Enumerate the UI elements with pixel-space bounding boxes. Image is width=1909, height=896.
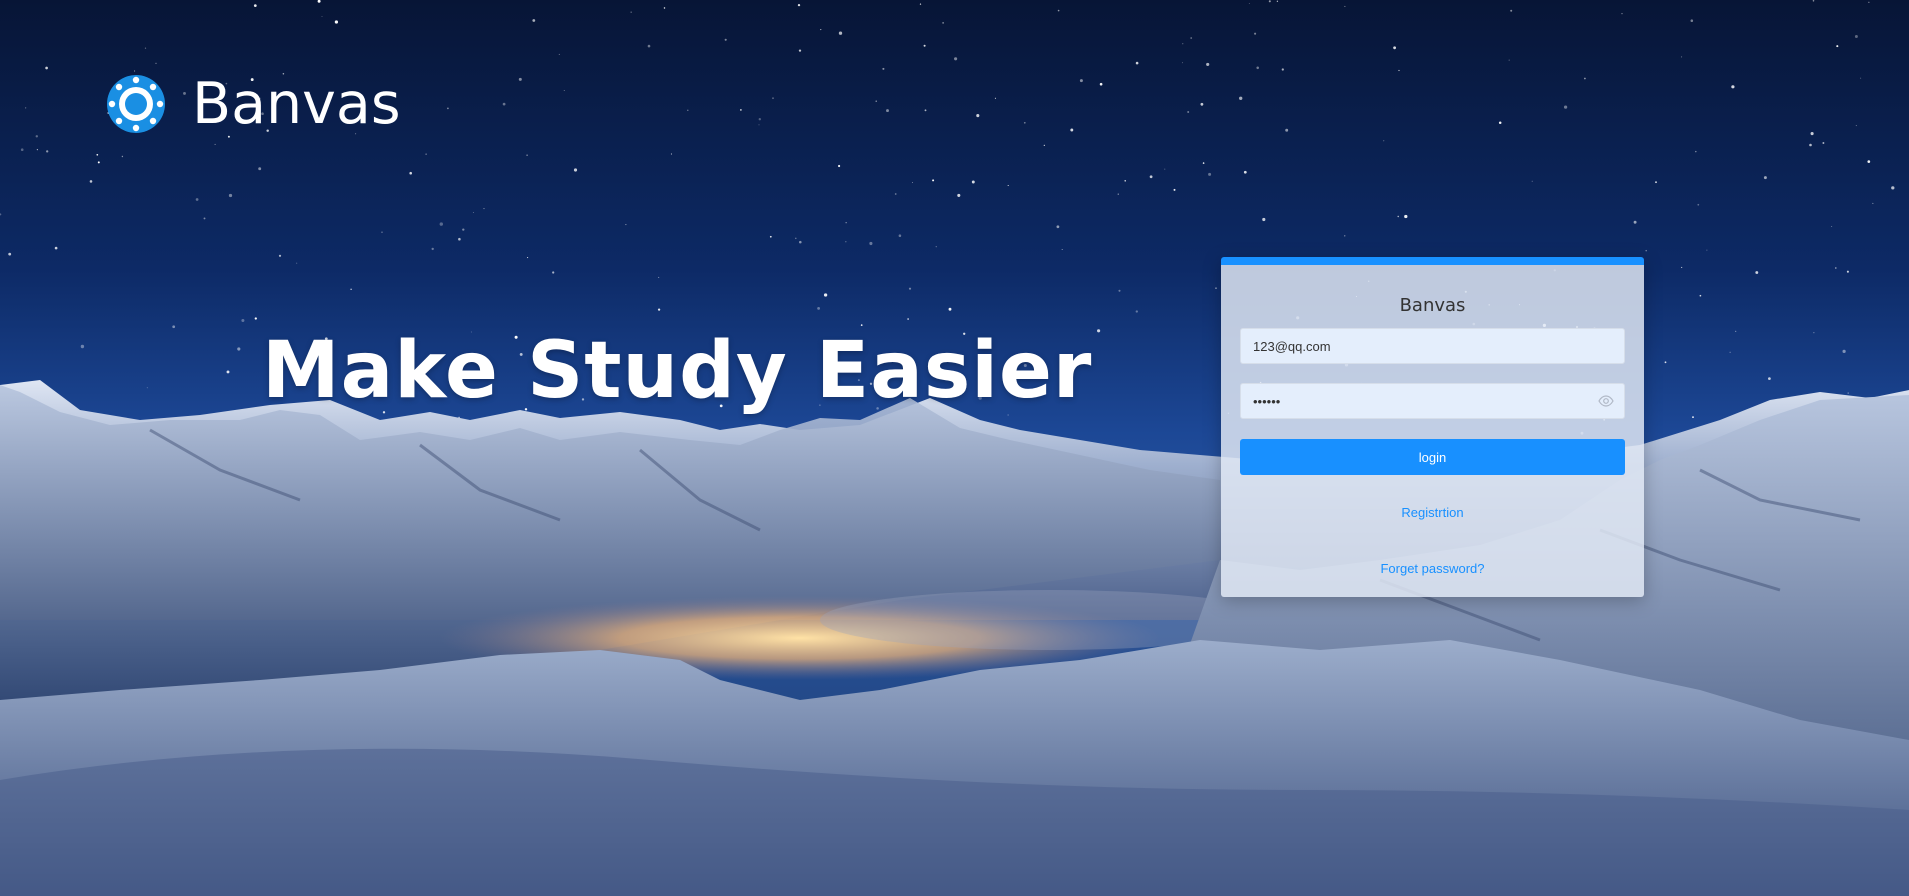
brand-name: Banvas	[192, 70, 401, 137]
registration-link[interactable]: Registrtion	[1221, 505, 1644, 520]
forget-password-link[interactable]: Forget password?	[1221, 561, 1644, 576]
login-button[interactable]: login	[1240, 439, 1625, 475]
email-field[interactable]	[1240, 328, 1625, 364]
hero-headline: Make Study Easier	[262, 326, 1093, 416]
login-card-title: Banvas	[1399, 295, 1466, 316]
canvas-logo-icon	[107, 75, 165, 133]
password-field[interactable]	[1240, 383, 1625, 419]
password-input[interactable]	[1241, 393, 1598, 409]
email-input[interactable]	[1241, 338, 1624, 354]
login-card: Banvas login Registrtion Forget password…	[1221, 257, 1644, 597]
brand-logo[interactable]: Banvas	[106, 74, 401, 134]
eye-icon[interactable]	[1598, 393, 1614, 409]
